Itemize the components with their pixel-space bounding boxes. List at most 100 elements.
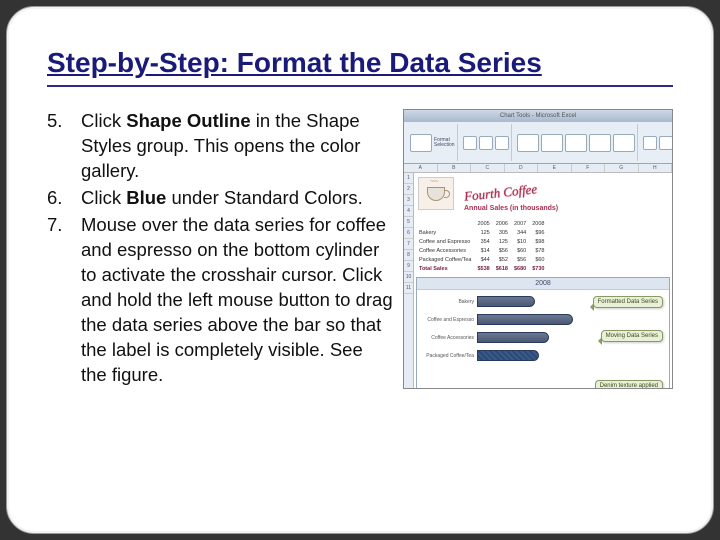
cell: Packaged Coffee/Tea — [416, 255, 475, 264]
ribbon-group-styles — [515, 124, 638, 161]
instructions-column: Click Shape Outline in the Shape Styles … — [47, 109, 393, 390]
cell: $730 — [529, 264, 547, 273]
cell: Total Sales — [416, 264, 475, 273]
cell: 354 — [475, 237, 493, 246]
cell: $78 — [529, 246, 547, 255]
bar-label: Packaged Coffee/Tea — [421, 353, 477, 359]
cell: 344 — [511, 228, 529, 237]
bar-label: Bakery — [421, 299, 477, 305]
cell: 2008 — [529, 219, 547, 228]
ribbon-label: FormatSelection — [434, 138, 455, 148]
bar-row: Packaged Coffee/Tea — [421, 348, 665, 363]
row-hdr: 7 — [404, 239, 413, 250]
row-hdr: 1 — [404, 173, 413, 184]
bar-row: Coffee and Espresso — [421, 312, 665, 327]
ribbon: FormatSelection — [404, 122, 672, 164]
table-header-row: 2005 2006 2007 2008 — [416, 219, 548, 228]
cell: 2006 — [493, 219, 511, 228]
style-button — [517, 134, 539, 152]
table-row: Bakery 125 305 344 $96 — [416, 228, 548, 237]
page-title: Step-by-Step: Format the Data Series — [47, 47, 673, 87]
row-hdr: 8 — [404, 250, 413, 261]
cell: Coffee Accessories — [416, 246, 475, 255]
col-hdr: G — [605, 164, 639, 172]
row-hdr: 10 — [404, 272, 413, 283]
cell: $10 — [511, 237, 529, 246]
col-hdr: C — [471, 164, 505, 172]
ribbon-group-outline — [641, 124, 673, 161]
row-hdr: 11 — [404, 283, 413, 294]
col-hdr: F — [572, 164, 606, 172]
cell: $98 — [529, 237, 547, 246]
logo-cell — [418, 177, 454, 210]
cell: $14 — [475, 246, 493, 255]
cell: $52 — [493, 255, 511, 264]
bar-label: Coffee and Espresso — [421, 317, 477, 323]
cell: $44 — [475, 255, 493, 264]
row-headers: 1 2 3 4 5 6 7 8 9 10 11 — [404, 173, 414, 388]
step-6: Click Blue under Standard Colors. — [47, 186, 393, 211]
excel-screenshot: Chart Tools - Microsoft Excel FormatSele… — [403, 109, 673, 389]
cell: 305 — [493, 228, 511, 237]
col-hdr: B — [438, 164, 472, 172]
table-row: Packaged Coffee/Tea $44 $52 $56 $60 — [416, 255, 548, 264]
cell: 2007 — [511, 219, 529, 228]
sheet-subtitle: Annual Sales (in thousands) — [464, 205, 558, 212]
cell: 125 — [475, 228, 493, 237]
callout-denim: Denim texture applied — [595, 380, 663, 389]
step-text: Click — [81, 187, 126, 208]
callout-formatted: Formatted Data Series — [593, 296, 663, 308]
col-hdr: H — [639, 164, 673, 172]
data-bar — [477, 332, 549, 343]
worksheet: A B C D E F G H 1 2 3 4 5 6 7 8 — [404, 164, 672, 388]
step-7: Mouse over the data series for coffee an… — [47, 213, 393, 388]
shape-button — [479, 136, 493, 150]
cell: Coffee and Espresso — [416, 237, 475, 246]
step-list: Click Shape Outline in the Shape Styles … — [47, 109, 393, 388]
col-hdr: E — [538, 164, 572, 172]
step-bold: Shape Outline — [126, 110, 250, 131]
chart-title: 2008 — [417, 278, 669, 290]
step-text: Click — [81, 110, 126, 131]
ribbon-group-shapes — [461, 124, 512, 161]
row-hdr: 3 — [404, 195, 413, 206]
cell: $538 — [475, 264, 493, 273]
data-table: 2005 2006 2007 2008 Bakery 125 305 344 $… — [416, 219, 548, 273]
cell: $680 — [511, 264, 529, 273]
style-button — [613, 134, 635, 152]
table-row: Coffee Accessories $14 $56 $60 $78 — [416, 246, 548, 255]
shape-fill-button — [643, 136, 657, 150]
table-row: Coffee and Espresso 354 125 $10 $98 — [416, 237, 548, 246]
row-hdr: 2 — [404, 184, 413, 195]
shape-outline-button — [659, 136, 673, 150]
coffee-cup-icon — [427, 187, 445, 201]
window-titlebar: Chart Tools - Microsoft Excel — [404, 110, 672, 122]
data-bar — [477, 314, 573, 325]
cell: $60 — [529, 255, 547, 264]
data-bar — [477, 296, 535, 307]
cell: 125 — [493, 237, 511, 246]
content-row: Click Shape Outline in the Shape Styles … — [47, 109, 673, 390]
row-hdr: 4 — [404, 206, 413, 217]
chart-body: Bakery Coffee and Espresso Coffee Access… — [417, 290, 669, 389]
row-hdr: 6 — [404, 228, 413, 239]
shape-button — [495, 136, 509, 150]
ribbon-group: FormatSelection — [408, 124, 458, 161]
shape-button — [463, 136, 477, 150]
step-text: Mouse over the data series for coffee an… — [81, 214, 393, 385]
sheet-body: Fourth Coffee Annual Sales (in thousands… — [414, 173, 672, 388]
cell: $96 — [529, 228, 547, 237]
style-button — [589, 134, 611, 152]
slide: Step-by-Step: Format the Data Series Cli… — [6, 6, 714, 534]
style-button — [565, 134, 587, 152]
row-hdr: 9 — [404, 261, 413, 272]
cell: $56 — [493, 246, 511, 255]
step-5: Click Shape Outline in the Shape Styles … — [47, 109, 393, 184]
step-bold: Blue — [126, 187, 166, 208]
cell: 2005 — [475, 219, 493, 228]
col-hdr: A — [404, 164, 438, 172]
cell: $56 — [511, 255, 529, 264]
cell: $60 — [511, 246, 529, 255]
format-selection-button — [410, 134, 432, 152]
style-button — [541, 134, 563, 152]
